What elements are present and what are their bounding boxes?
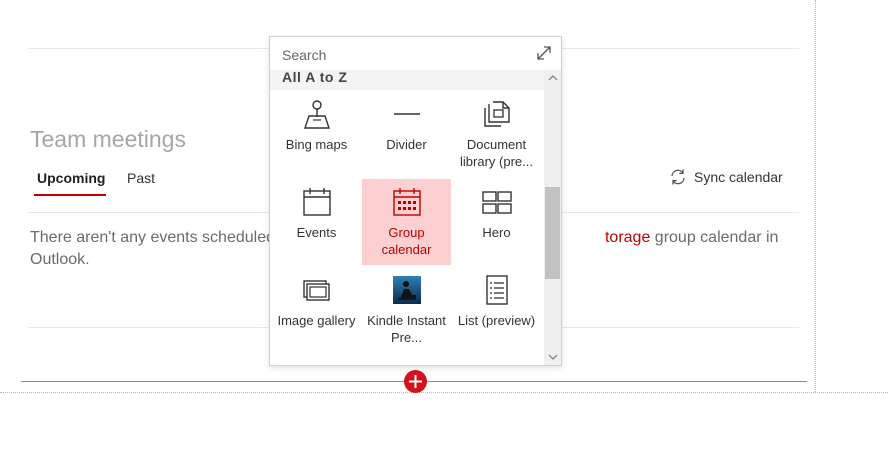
toolbox-list-header: All A to Z	[270, 70, 544, 90]
tab-past[interactable]: Past	[127, 170, 155, 186]
document-library-icon	[452, 97, 541, 131]
tile-label: Kindle Instant Pre...	[367, 313, 446, 345]
scroll-thumb[interactable]	[545, 187, 560, 279]
group-calendar-link[interactable]: torage	[605, 229, 650, 246]
plus-icon	[409, 375, 422, 388]
tile-group-calendar[interactable]: Group calendar	[362, 179, 451, 265]
scroll-down-chevron-icon[interactable]	[544, 349, 561, 365]
tile-hero[interactable]: Hero	[452, 179, 541, 265]
map-pin-icon	[272, 97, 361, 131]
expand-icon[interactable]	[534, 43, 554, 63]
section-title: Team meetings	[30, 126, 186, 152]
tile-document-library[interactable]: Document library (pre...	[452, 91, 541, 177]
divider-icon	[362, 97, 451, 131]
sync-calendar-button[interactable]: Sync calendar	[668, 167, 783, 187]
tile-label: Divider	[386, 137, 427, 152]
toolbox-grid: Bing maps Divider Document library (pre.…	[270, 90, 544, 365]
webpart-toolbox: All A to Z Bing maps Divider	[269, 36, 562, 366]
tile-bing-maps[interactable]: Bing maps	[272, 91, 361, 177]
list-icon	[452, 273, 541, 307]
tile-image-gallery[interactable]: Image gallery	[272, 267, 361, 353]
toolbox-scrollbar[interactable]	[544, 70, 561, 365]
tile-list[interactable]: List (preview)	[452, 267, 541, 353]
tile-label: Document library (pre...	[460, 137, 533, 169]
scroll-up-chevron-icon[interactable]	[544, 70, 561, 86]
tile-label: List (preview)	[457, 313, 536, 328]
tile-label: Group calendar	[381, 225, 432, 257]
kindle-reader-icon	[362, 273, 451, 307]
image-gallery-icon	[272, 273, 361, 307]
hero-layout-icon	[452, 185, 541, 219]
events-calendar-icon	[272, 185, 361, 219]
tab-active-indicator	[34, 194, 106, 196]
group-calendar-icon	[362, 185, 451, 219]
canvas-edge-horizontal	[0, 392, 888, 393]
add-webpart-button[interactable]	[404, 370, 427, 393]
sync-icon	[668, 167, 688, 187]
toolbox-search-box	[270, 37, 561, 70]
toolbox-search-input[interactable]	[282, 46, 522, 64]
sync-calendar-label: Sync calendar	[694, 169, 783, 185]
canvas-edge-vertical	[815, 0, 816, 392]
empty-message-start: There aren't any events scheduled	[30, 229, 275, 246]
tile-events[interactable]: Events	[272, 179, 361, 265]
tile-divider[interactable]: Divider	[362, 91, 451, 177]
tile-label: Events	[296, 225, 337, 240]
tab-upcoming[interactable]: Upcoming	[37, 170, 105, 186]
tile-label: Bing maps	[285, 137, 348, 152]
tile-label: Image gallery	[277, 313, 356, 328]
tile-kindle-instant-preview[interactable]: Kindle Instant Pre...	[362, 267, 451, 353]
tile-label: Hero	[482, 225, 511, 240]
